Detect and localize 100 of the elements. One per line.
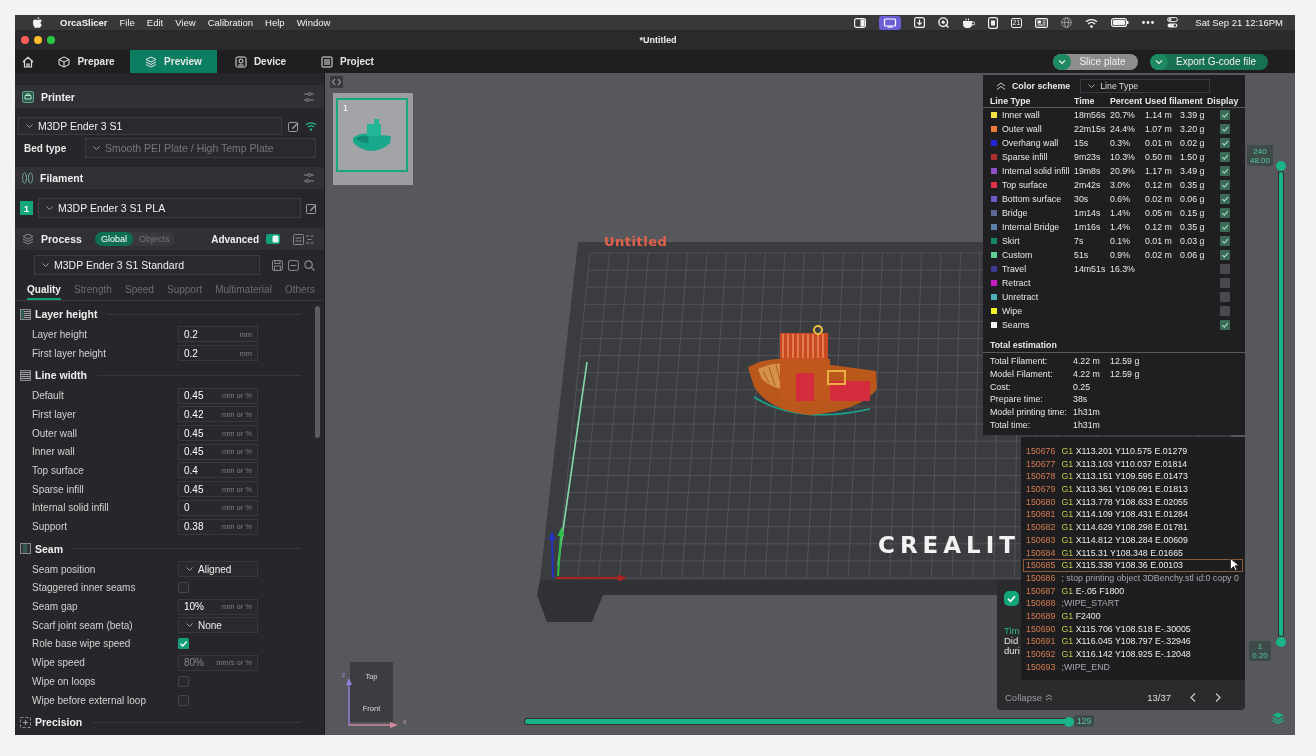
menu-item[interactable]: Calibration: [207, 17, 254, 28]
window-minimize-icon[interactable]: [34, 36, 42, 44]
save-icon[interactable]: [272, 259, 284, 271]
checkbox[interactable]: [178, 694, 189, 706]
square-icon[interactable]: [987, 16, 998, 29]
download-icon[interactable]: [913, 17, 925, 28]
filament-select[interactable]: M3DP Ender 3 S1 PLA: [38, 198, 301, 218]
globe-icon[interactable]: [1061, 17, 1073, 28]
display-checkbox[interactable]: [1219, 208, 1230, 218]
apple-logo-icon[interactable]: [33, 17, 42, 28]
app-menu[interactable]: OrcaSlicer: [60, 17, 108, 28]
tab[interactable]: Device: [217, 50, 304, 73]
display-checkbox[interactable]: [1219, 264, 1230, 274]
sidebar-icon[interactable]: [853, 17, 866, 28]
toggle-icon[interactable]: [1167, 17, 1179, 28]
collapse-button[interactable]: Collapse: [1005, 691, 1053, 703]
scope-option[interactable]: Global: [94, 232, 133, 246]
search-icon[interactable]: [304, 259, 315, 271]
scrollbar[interactable]: [315, 306, 320, 438]
select-field[interactable]: None: [178, 617, 258, 634]
window-title: *Untitled: [639, 35, 677, 45]
chevron-right-icon[interactable]: [1215, 692, 1221, 702]
display-checkbox[interactable]: [1219, 222, 1230, 232]
display-checkbox[interactable]: [1219, 278, 1230, 288]
display-icon[interactable]: [878, 15, 901, 30]
sliders-icon[interactable]: [303, 90, 315, 103]
chevron-down-icon: [1150, 53, 1168, 70]
select-field[interactable]: Aligned: [178, 561, 258, 578]
checkbox[interactable]: [178, 675, 189, 687]
wifi-icon[interactable]: [1085, 17, 1099, 28]
export-button[interactable]: Export G-code file: [1150, 53, 1268, 70]
slider-handle[interactable]: [1276, 637, 1286, 647]
setting-label: Layer height: [32, 328, 89, 340]
chevron-down-icon: [1053, 53, 1071, 70]
layer-number: 240: [1253, 146, 1267, 156]
column-header: Time: [1074, 95, 1096, 106]
collapse-up-icon[interactable]: [996, 82, 1006, 90]
printer-icon: [22, 90, 34, 103]
gcode-line: 150689 G1 F2400: [1025, 609, 1102, 623]
tab[interactable]: Preview: [130, 50, 217, 73]
display-checkbox[interactable]: [1219, 292, 1230, 302]
display-checkbox[interactable]: [1219, 166, 1230, 176]
line-type-name: Custom: [1002, 250, 1033, 260]
checkbox[interactable]: [178, 582, 189, 594]
compare-icon[interactable]: [293, 233, 315, 245]
display-checkbox[interactable]: [1219, 306, 1230, 316]
line-type-name: Retract: [1002, 278, 1031, 288]
summary-value: 0.25: [1073, 381, 1092, 392]
menu-item[interactable]: Window: [296, 17, 331, 28]
chevrons-icon[interactable]: [330, 76, 343, 88]
checkbox[interactable]: [178, 638, 189, 650]
menu-item[interactable]: Edit: [146, 17, 164, 28]
battery-icon[interactable]: [1111, 18, 1130, 27]
notification-title: Tim: [1004, 626, 1020, 636]
display-checkbox[interactable]: [1219, 320, 1230, 330]
home-icon[interactable]: [22, 55, 34, 68]
layers-icon[interactable]: [1272, 712, 1284, 724]
ring-icon[interactable]: [937, 17, 949, 28]
menu-item[interactable]: Help: [265, 17, 285, 28]
printer-select[interactable]: M3DP Ender 3 S1: [18, 117, 282, 135]
process-select[interactable]: M3DP Ender 3 S1 Standard: [34, 255, 261, 275]
list-icon: [321, 55, 334, 68]
chevron-left-icon[interactable]: [1190, 692, 1196, 702]
display-checkbox[interactable]: [1219, 152, 1230, 162]
menu-item[interactable]: View: [175, 17, 196, 28]
window-close-icon[interactable]: [21, 36, 29, 44]
display-checkbox[interactable]: [1219, 194, 1230, 204]
chevron-down-icon: [26, 124, 33, 128]
cup-icon[interactable]: [961, 17, 975, 28]
edit-icon[interactable]: [306, 202, 317, 214]
gcode-line: 150684 G1 X115.31 Y108.348 E.01665: [1025, 546, 1184, 560]
display-checkbox[interactable]: [1219, 138, 1230, 148]
layers-icon: [22, 233, 34, 245]
display-checkbox[interactable]: [1219, 180, 1230, 190]
window-zoom-icon[interactable]: [47, 36, 55, 44]
display-checkbox[interactable]: [1219, 110, 1230, 120]
layers-icon: [145, 55, 158, 68]
slider-handle[interactable]: [1064, 716, 1074, 727]
line-type-name: Unretract: [1002, 292, 1039, 302]
edit-icon[interactable]: [288, 120, 299, 132]
advanced-switch[interactable]: [266, 234, 280, 244]
slider-handle[interactable]: [1276, 161, 1286, 171]
display-checkbox[interactable]: [1219, 250, 1230, 260]
table-cell-text: 20.7%: [1110, 110, 1136, 120]
tab[interactable]: Prepare: [43, 50, 130, 73]
wifi-icon[interactable]: [305, 121, 317, 131]
menu-item[interactable]: File: [119, 17, 135, 28]
more-icon[interactable]: [1142, 21, 1155, 24]
color-scheme-select[interactable]: Line Type: [1080, 79, 1211, 93]
display-checkbox[interactable]: [1219, 124, 1230, 134]
table-cell-text: 24.4%: [1110, 124, 1136, 134]
menu-clock[interactable]: Sat Sep 21 12:16PM: [1195, 17, 1283, 28]
table-cell-text: 14m51s: [1074, 264, 1107, 274]
table-cell-text: 0.15 g: [1180, 208, 1206, 218]
summary-label: Total time:: [990, 419, 1032, 430]
card-icon[interactable]: [1035, 17, 1049, 28]
minus-box-icon[interactable]: [288, 259, 300, 271]
sliders-icon[interactable]: [303, 172, 315, 184]
display-checkbox[interactable]: [1219, 236, 1230, 246]
tab[interactable]: Project: [304, 50, 391, 73]
